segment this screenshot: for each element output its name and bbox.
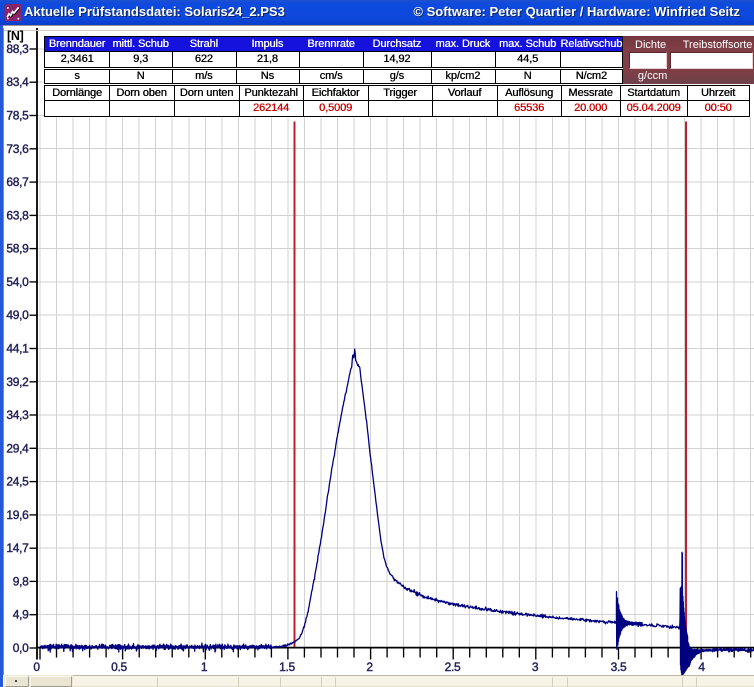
svg-text:3: 3 bbox=[532, 660, 539, 674]
svg-text:14,7: 14,7 bbox=[6, 541, 29, 555]
svg-text:19,6: 19,6 bbox=[6, 508, 29, 522]
svg-text:34,3: 34,3 bbox=[6, 408, 29, 422]
svg-text:78,5: 78,5 bbox=[6, 109, 29, 123]
svg-text:3.5: 3.5 bbox=[611, 660, 627, 674]
svg-text:63,8: 63,8 bbox=[6, 208, 29, 222]
svg-text:0: 0 bbox=[33, 660, 40, 674]
svg-text:39,2: 39,2 bbox=[6, 375, 29, 389]
svg-text:73,6: 73,6 bbox=[6, 142, 29, 156]
svg-text:24,5: 24,5 bbox=[6, 475, 29, 489]
svg-text:4: 4 bbox=[698, 660, 705, 674]
svg-text:88,3: 88,3 bbox=[6, 42, 29, 56]
svg-text:2: 2 bbox=[366, 660, 373, 674]
svg-text:54,0: 54,0 bbox=[6, 275, 29, 289]
svg-text:83,4: 83,4 bbox=[6, 75, 29, 89]
svg-text:2.5: 2.5 bbox=[445, 660, 461, 674]
svg-text:9,8: 9,8 bbox=[13, 574, 29, 588]
svg-text:1.5: 1.5 bbox=[279, 660, 295, 674]
svg-text:0.5: 0.5 bbox=[111, 660, 127, 674]
svg-text:0,0: 0,0 bbox=[13, 641, 29, 655]
svg-text:58,9: 58,9 bbox=[6, 242, 29, 256]
svg-text:44,1: 44,1 bbox=[6, 342, 29, 356]
svg-text:29,4: 29,4 bbox=[6, 441, 29, 455]
svg-text:1: 1 bbox=[201, 660, 208, 674]
svg-text:4,9: 4,9 bbox=[13, 608, 29, 622]
svg-text:49,0: 49,0 bbox=[6, 308, 29, 322]
svg-text:68,7: 68,7 bbox=[6, 175, 29, 189]
